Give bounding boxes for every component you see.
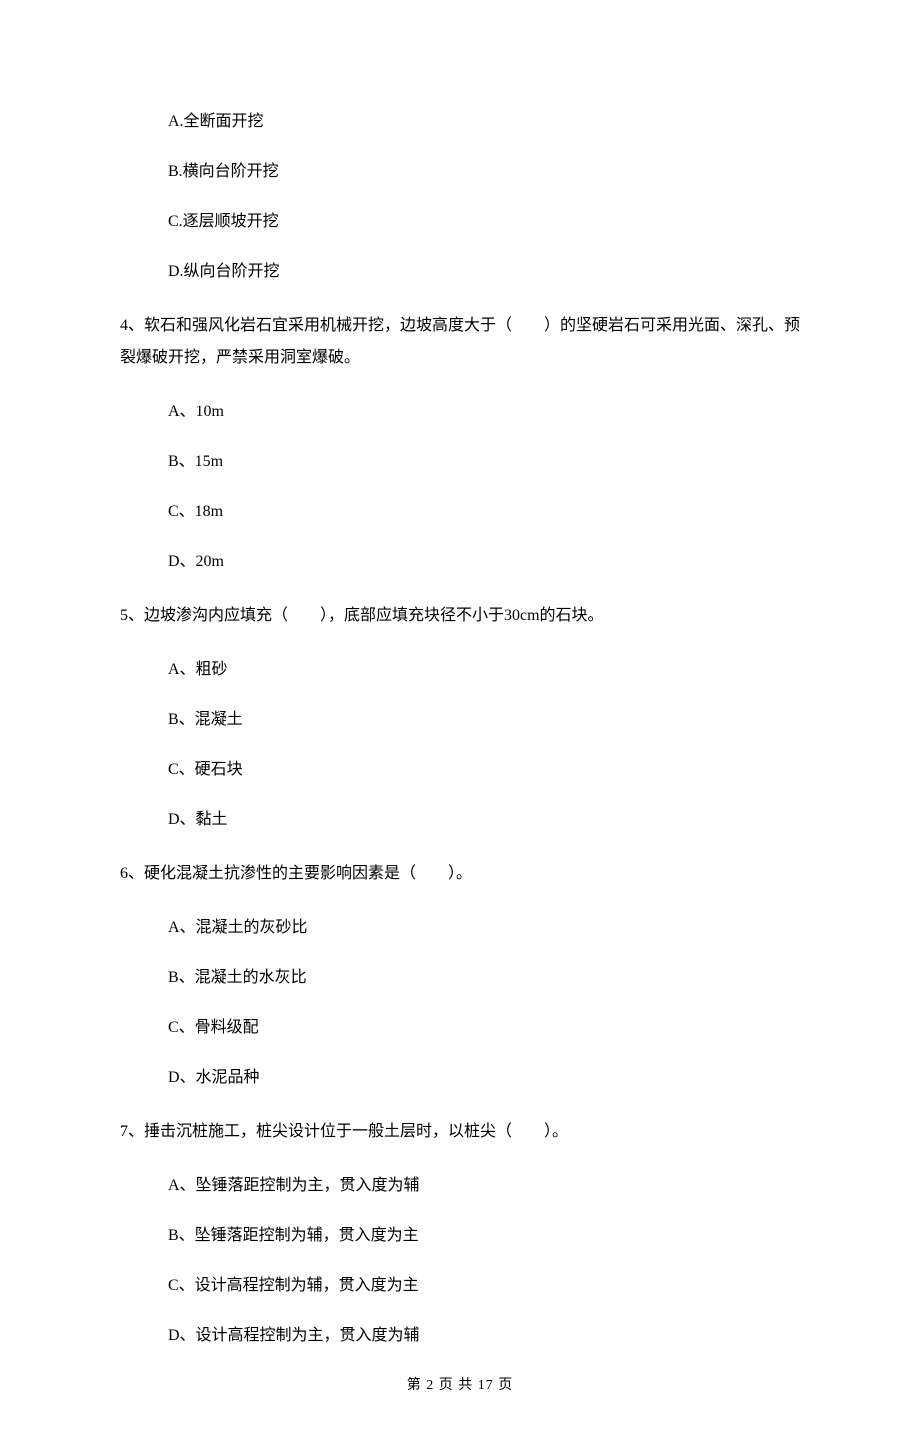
q5-option-c: C、硬石块 [168, 758, 800, 782]
q6-option-b: B、混凝土的水灰比 [168, 966, 800, 990]
q7-option-c: C、设计高程控制为辅，贯入度为主 [168, 1274, 800, 1298]
q3-option-c: C.逐层顺坡开挖 [168, 210, 800, 234]
q3-option-b: B.横向台阶开挖 [168, 160, 800, 184]
q4-option-d: D、20m [168, 550, 800, 574]
q4-stem: 4、软石和强风化岩石宜采用机械开挖，边坡高度大于（ ）的坚硬岩石可采用光面、深孔… [120, 310, 800, 374]
q6-option-d: D、水泥品种 [168, 1066, 800, 1090]
q4-option-a: A、10m [168, 400, 800, 424]
q7-option-a: A、坠锤落距控制为主，贯入度为辅 [168, 1174, 800, 1198]
q7-stem: 7、捶击沉桩施工，桩尖设计位于一般土层时，以桩尖（ ）。 [120, 1116, 800, 1148]
q5-option-d: D、黏土 [168, 808, 800, 832]
q4-option-c: C、18m [168, 500, 800, 524]
q7-option-d: D、设计高程控制为主，贯入度为辅 [168, 1324, 800, 1348]
q3-option-a: A.全断面开挖 [168, 110, 800, 134]
q5-option-b: B、混凝土 [168, 708, 800, 732]
q5-stem: 5、边坡渗沟内应填充（ ），底部应填充块径不小于30cm的石块。 [120, 600, 800, 632]
q3-option-d: D.纵向台阶开挖 [168, 260, 800, 284]
q7-option-b: B、坠锤落距控制为辅，贯入度为主 [168, 1224, 800, 1248]
q4-option-b: B、15m [168, 450, 800, 474]
q6-stem: 6、硬化混凝土抗渗性的主要影响因素是（ ）。 [120, 858, 800, 890]
q6-option-c: C、骨料级配 [168, 1016, 800, 1040]
page-footer: 第 2 页 共 17 页 [120, 1374, 800, 1394]
q5-option-a: A、粗砂 [168, 658, 800, 682]
page-content: A.全断面开挖 B.横向台阶开挖 C.逐层顺坡开挖 D.纵向台阶开挖 4、软石和… [0, 0, 920, 1434]
q6-option-a: A、混凝土的灰砂比 [168, 916, 800, 940]
